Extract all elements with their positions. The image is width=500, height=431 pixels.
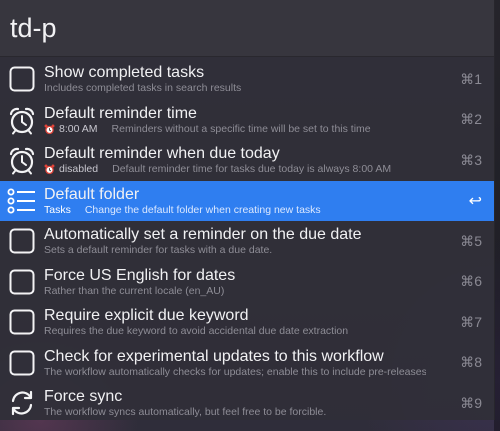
result-subtitle: Requires the due keyword to avoid accide… [44, 325, 349, 338]
result-text: Require explicit due keyword Requires the… [42, 306, 426, 338]
result-text: Check for experimental updates to this w… [42, 347, 426, 379]
result-subtitle-line: Rather than the current locale (en_AU) [44, 285, 426, 298]
result-subtitle: Change the default folder when creating … [84, 203, 321, 216]
result-row[interactable]: Force US English for dates Rather than th… [0, 262, 494, 303]
result-subtitle: Includes completed tasks in search resul… [44, 82, 242, 95]
result-row[interactable]: Show completed tasks Includes completed t… [0, 59, 494, 100]
result-title: Default reminder time [44, 104, 197, 122]
alarm-clock-icon [2, 100, 42, 140]
shortcut-hint: ⌘7 [460, 313, 482, 330]
result-text: Default folder Tasks Change the default fo… [42, 185, 426, 217]
result-title: Force US English for dates [44, 266, 236, 284]
result-row[interactable]: Default reminder time 8:00 AM Reminders wi… [0, 100, 494, 141]
result-title: Automatically set a reminder on the due … [44, 226, 362, 244]
result-subtitle: The workflow automatically checks for up… [44, 365, 426, 378]
checkbox-icon [2, 221, 42, 261]
result-value: Tasks [44, 203, 71, 216]
shortcut-hint: ⌘3 [460, 151, 482, 168]
checkbox-icon [2, 262, 42, 302]
shortcut-hint: ⌘8 [460, 354, 482, 371]
result-subtitle: Default reminder time for tasks due toda… [112, 163, 392, 176]
checkbox-icon [2, 343, 42, 383]
result-subtitle-line: disabled Default reminder time for tasks … [44, 163, 426, 176]
return-key-hint: ↩ [468, 192, 482, 210]
alarm-clock-mini-icon [44, 164, 55, 175]
result-title: Show completed tasks [44, 64, 205, 82]
result-row[interactable]: Require explicit due keyword Requires the… [0, 302, 494, 343]
result-row[interactable]: Force sync The workflow syncs automatical… [0, 383, 494, 424]
result-text: Show completed tasks Includes completed t… [42, 63, 426, 95]
result-title: Force sync [44, 388, 123, 406]
result-title: Default reminder when due today [44, 145, 280, 163]
result-value: 8:00 AM [59, 122, 98, 135]
result-title: Require explicit due keyword [44, 307, 249, 325]
result-row[interactable]: Default reminder when due today disabled D… [0, 140, 494, 181]
result-subtitle-line: Tasks Change the default folder when crea… [44, 204, 426, 217]
result-subtitle-line: Requires the due keyword to avoid accide… [44, 325, 426, 338]
query-bar [0, 0, 494, 57]
result-row[interactable]: Check for experimental updates to this w… [0, 343, 494, 384]
result-subtitle-line: Sets a default reminder for tasks with a… [44, 244, 426, 257]
result-subtitle-line: The workflow syncs automatically, but fe… [44, 406, 426, 419]
checkbox-icon [2, 302, 42, 342]
result-value: disabled [59, 163, 99, 176]
launcher-window: Show completed tasksIncludes completed t… [0, 0, 495, 420]
result-title: Check for experimental updates to this w… [44, 347, 384, 365]
search-input[interactable] [10, 12, 470, 44]
result-subtitle: The workflow syncs automatically, but fe… [44, 406, 327, 419]
shortcut-hint: ⌘2 [460, 111, 482, 128]
result-text: Force sync The workflow syncs automatical… [42, 387, 426, 419]
result-title: Default folder [44, 185, 140, 203]
result-subtitle: Rather than the current locale (en_AU) [44, 284, 225, 297]
result-text: Automatically set a reminder on the due … [42, 225, 426, 257]
shortcut-hint: ⌘9 [460, 394, 482, 411]
result-text: Default reminder when due today disabled D… [42, 144, 426, 176]
result-subtitle-line: The workflow automatically checks for up… [44, 366, 426, 379]
result-text: Default reminder time 8:00 AM Reminders wi… [42, 104, 426, 136]
result-row[interactable]: Automatically set a reminder on the due … [0, 221, 494, 262]
result-row[interactable]: Default folder Tasks Change the default fo… [0, 180, 494, 221]
scrollbar[interactable] [494, 0, 500, 431]
result-subtitle-line: 8:00 AM Reminders without a specific time… [44, 123, 426, 136]
result-subtitle: Sets a default reminder for tasks with a… [44, 244, 273, 257]
alarm-clock-mini-icon [44, 124, 55, 135]
shortcut-hint: ⌘5 [460, 232, 482, 249]
checkbox-icon [2, 59, 42, 99]
result-subtitle: Reminders without a specific time will b… [111, 122, 371, 135]
sync-icon [2, 383, 42, 423]
result-text: Force US English for dates Rather than th… [42, 266, 426, 298]
shortcut-hint: ⌘6 [460, 273, 482, 290]
desktop-background: Show completed tasksIncludes completed t… [0, 0, 500, 431]
result-subtitle-line: Includes completed tasks in search resul… [44, 82, 426, 95]
alarm-clock-icon [2, 140, 42, 180]
results-list: Show completed tasks Includes completed t… [0, 59, 494, 424]
shortcut-hint: ⌘1 [460, 70, 482, 87]
list-icon [2, 181, 42, 221]
